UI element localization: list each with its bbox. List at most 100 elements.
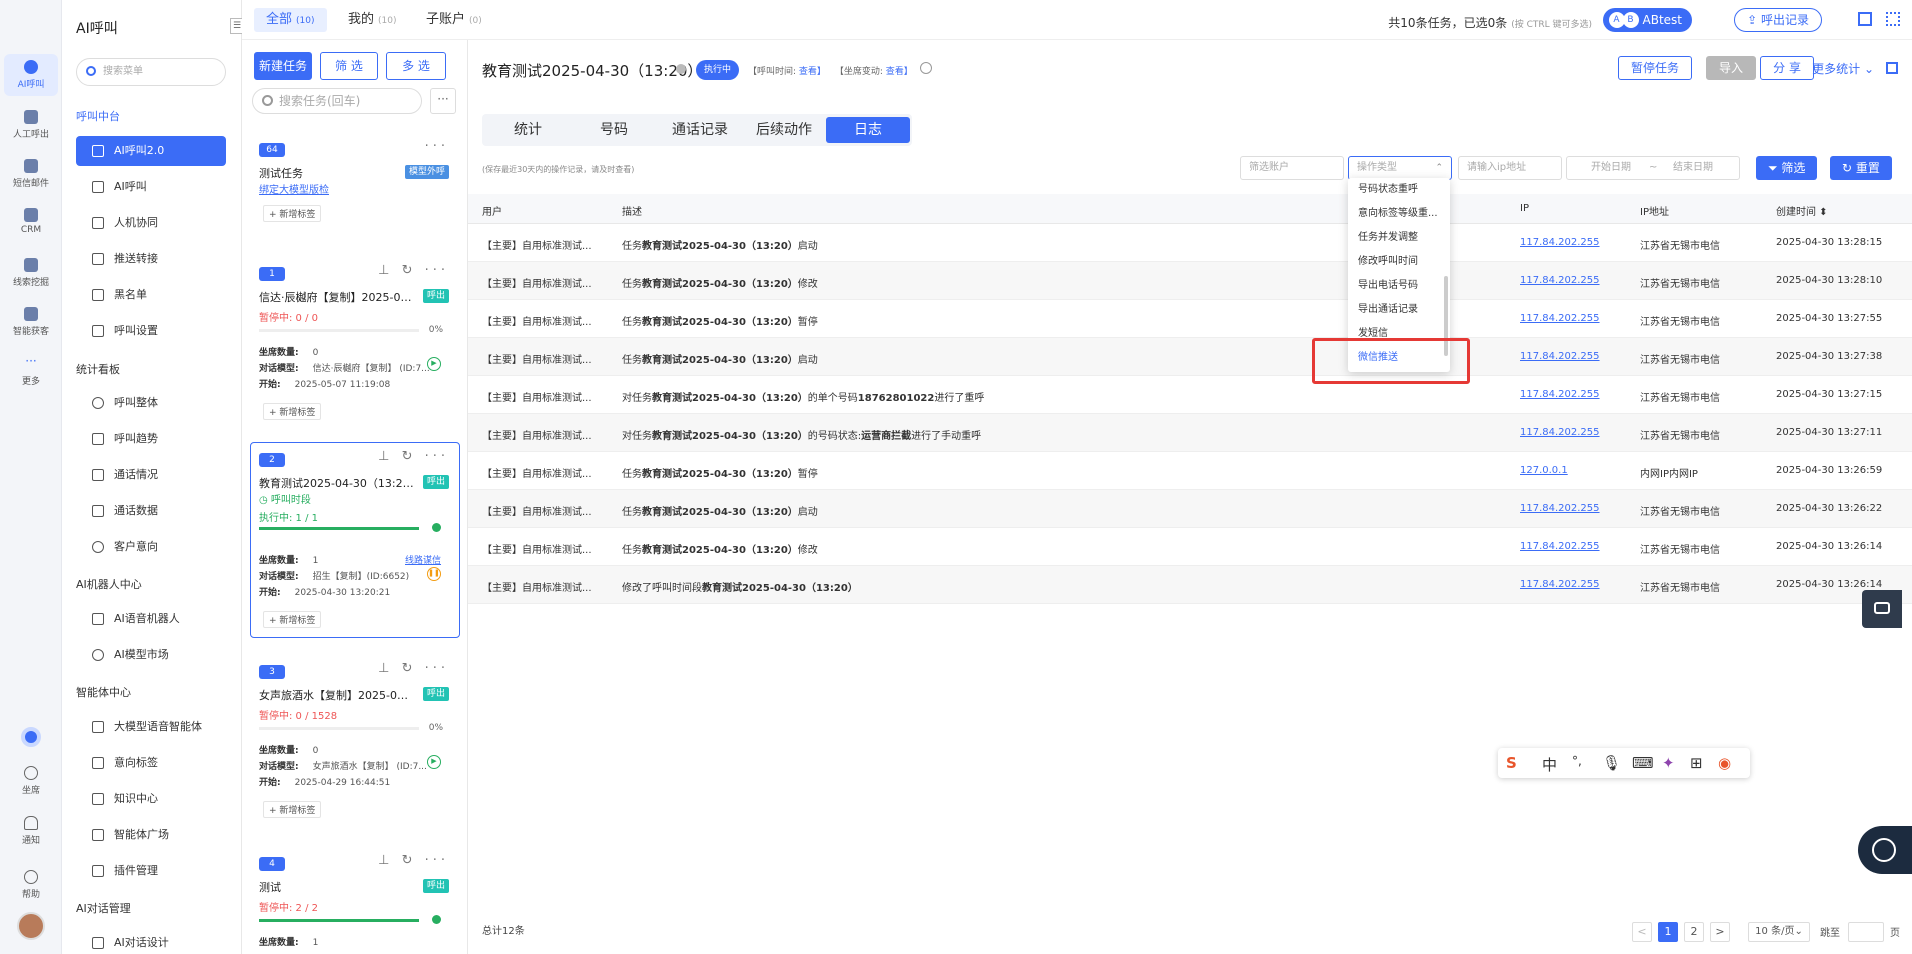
menu-item-customer-intent[interactable]: 客户意向 (76, 532, 226, 562)
dropdown-option[interactable]: 发短信 (1358, 324, 1388, 339)
dropdown-option[interactable]: 导出电话号码 (1358, 276, 1418, 291)
dropdown-option[interactable]: 导出通话记录 (1358, 300, 1418, 315)
rail-item-more[interactable]: ··· 更多 (4, 355, 58, 387)
grid-view-icon[interactable] (1858, 12, 1872, 26)
fullscreen-icon[interactable] (1886, 62, 1898, 74)
avatar[interactable] (17, 912, 45, 940)
cell-ip-link[interactable]: 127.0.0.1 (1520, 465, 1568, 476)
menu-item-dialog-design[interactable]: AI对话设计 (76, 928, 226, 954)
date-range-picker[interactable]: 开始日期 ~ 结束日期 (1566, 156, 1740, 180)
mascot-icon[interactable]: ◉ (1718, 754, 1731, 772)
seat-change-view-link[interactable]: 查看】 (886, 67, 913, 77)
rail-item-sms[interactable]: 短信邮件 (4, 159, 58, 189)
add-tag-button[interactable]: + 新增标签 (263, 611, 322, 628)
bind-model-link[interactable]: 绑定大模型版检 (259, 181, 329, 196)
microphone-icon[interactable]: 🎙 (1602, 754, 1621, 772)
task-actions-icon[interactable]: ··· (425, 139, 449, 154)
rail-item-crm[interactable]: CRM (4, 208, 58, 235)
ime-chinese-toggle[interactable]: 中 (1542, 754, 1557, 775)
task-actions-icon[interactable]: ⊥ ↻ ··· (378, 853, 449, 868)
tab-log[interactable]: 日志 (826, 117, 910, 143)
cell-ip-link[interactable]: 117.84.202.255 (1520, 313, 1600, 324)
call-time-view-link[interactable]: 查看】 (799, 67, 826, 77)
pause-icon[interactable]: ❚❚ (427, 567, 441, 581)
menu-item-ai-call[interactable]: AI呼叫 (76, 172, 226, 202)
play-icon[interactable]: ▶ (427, 755, 441, 769)
dropdown-option[interactable]: 意向标签等级重... (1358, 204, 1438, 219)
tab-sub-account[interactable]: 子账户 (0) (414, 8, 494, 32)
menu-item-knowledge[interactable]: 知识中心 (76, 784, 226, 814)
rail-item-ai-call[interactable]: AI呼叫 (4, 54, 58, 96)
page-1-button[interactable]: 1 (1658, 922, 1678, 942)
list-view-icon[interactable] (1886, 12, 1900, 26)
task-card-3[interactable]: 3 ⊥ ↻ ··· 女声旅酒水【复制】2025-04-2... 呼出 暂停中: … (250, 654, 460, 834)
status-indicator-icon[interactable] (21, 727, 41, 747)
import-button[interactable]: 导入 (1705, 56, 1756, 80)
task-more-button[interactable]: ··· (430, 88, 456, 114)
menu-item-plugin[interactable]: 插件管理 (76, 856, 226, 886)
rail-item-acquire[interactable]: 智能获客 (4, 307, 58, 337)
dropdown-option[interactable]: 任务并发调整 (1358, 228, 1418, 243)
support-button[interactable] (1858, 826, 1912, 874)
menu-item-blacklist[interactable]: 黑名单 (76, 280, 226, 310)
add-tag-button[interactable]: + 新增标签 (263, 205, 322, 222)
cell-ip-link[interactable]: 117.84.202.255 (1520, 541, 1600, 552)
call-record-button[interactable]: ⇪ 呼出记录 (1734, 8, 1822, 32)
cell-ip-link[interactable]: 117.84.202.255 (1520, 351, 1600, 362)
tab-call-records[interactable]: 通话记录 (658, 117, 742, 143)
dropdown-option[interactable]: 号码状态重呼 (1358, 180, 1418, 195)
add-tag-button[interactable]: + 新增标签 (263, 403, 322, 420)
menu-item-ai-call-2[interactable]: AI呼叫2.0 (76, 136, 226, 166)
task-card-2[interactable]: 2 ⊥ ↻ ··· 教育测试2025-04-30（13:20） 呼出 ◷ 呼叫时… (250, 442, 460, 638)
new-task-button[interactable]: 新建任务 (254, 52, 312, 80)
cell-ip-link[interactable]: 117.84.202.255 (1520, 427, 1600, 438)
multi-select-button[interactable]: 多 选 (386, 52, 446, 80)
info-icon[interactable] (676, 64, 686, 74)
task-actions-icon[interactable]: ⊥ ↻ ··· (378, 449, 449, 464)
keyboard-icon[interactable]: ⌨ (1632, 754, 1654, 772)
task-actions-icon[interactable]: ⊥ ↻ ··· (378, 661, 449, 676)
dropdown-scrollbar[interactable] (1444, 276, 1448, 356)
more-stats-link[interactable]: 更多统计 ⌄ (1812, 60, 1874, 77)
menu-item-call-trend[interactable]: 呼叫趋势 (76, 424, 226, 454)
rail-item-help[interactable]: 帮助 (4, 870, 58, 900)
dropdown-option[interactable]: 修改呼叫时间 (1358, 252, 1418, 267)
page-size-select[interactable]: 10 条/页⌄ (1748, 922, 1810, 942)
cell-ip-link[interactable]: 117.84.202.255 (1520, 237, 1600, 248)
menu-item-model-market[interactable]: AI模型市场 (76, 640, 226, 670)
filter-button[interactable]: ⏷ 筛选 (1756, 156, 1818, 180)
share-button[interactable]: 分 享 (1760, 56, 1814, 80)
cell-ip-link[interactable]: 117.84.202.255 (1520, 579, 1600, 590)
rail-item-manual-call[interactable]: 人工呼出 (4, 110, 58, 140)
tab-follow-up[interactable]: 后续动作 (742, 117, 826, 143)
tab-numbers[interactable]: 号码 (572, 117, 656, 143)
op-type-select[interactable]: 操作类型 ⌃ (1348, 156, 1452, 180)
feedback-button[interactable] (1862, 590, 1902, 628)
menu-item-intent-tag[interactable]: 意向标签 (76, 748, 226, 778)
menu-item-collab[interactable]: 人机协同 (76, 208, 226, 238)
tab-mine[interactable]: 我的 (10) (336, 8, 409, 32)
account-filter-input[interactable]: 筛选账户 (1240, 156, 1344, 180)
task-search-input[interactable]: 搜索任务(回车) (252, 88, 422, 114)
add-tag-button[interactable]: + 新增标签 (263, 801, 322, 818)
cell-ip-link[interactable]: 117.84.202.255 (1520, 503, 1600, 514)
reset-button[interactable]: ↻ 重置 (1830, 156, 1892, 180)
menu-item-voice-robot[interactable]: AI语音机器人 (76, 604, 226, 634)
menu-item-forward[interactable]: 推送转接 (76, 244, 226, 274)
refresh-icon[interactable] (920, 62, 932, 74)
sogou-icon[interactable]: S (1506, 754, 1517, 772)
jump-page-input[interactable] (1848, 922, 1884, 942)
tab-stats[interactable]: 统计 (486, 117, 570, 143)
ime-punct-toggle[interactable]: °, (1572, 754, 1582, 768)
line-link[interactable]: 线路谋信 (405, 553, 441, 566)
next-page-button[interactable]: > (1710, 922, 1730, 942)
menu-item-llm-agent[interactable]: 大模型语音智能体 (76, 712, 226, 742)
filter-task-button[interactable]: 筛 选 (320, 52, 378, 80)
rail-item-seat[interactable]: 坐席 (4, 766, 58, 796)
cell-ip-link[interactable]: 117.84.202.255 (1520, 275, 1600, 286)
play-icon[interactable]: ▶ (427, 357, 441, 371)
task-card-4[interactable]: 4 ⊥ ↻ ··· 测试 呼出 暂停中: 2 / 2 坐席数量: 1 (250, 846, 460, 954)
cell-ip-link[interactable]: 117.84.202.255 (1520, 389, 1600, 400)
task-card-64[interactable]: 64 ··· 测试任务 模型外呼 绑定大模型版检 + 新增标签 (250, 132, 460, 268)
task-card-1[interactable]: 1 ⊥ ↻ ··· 信达·辰樾府【复制】2025-05-... 呼出 暂停中: … (250, 256, 460, 468)
